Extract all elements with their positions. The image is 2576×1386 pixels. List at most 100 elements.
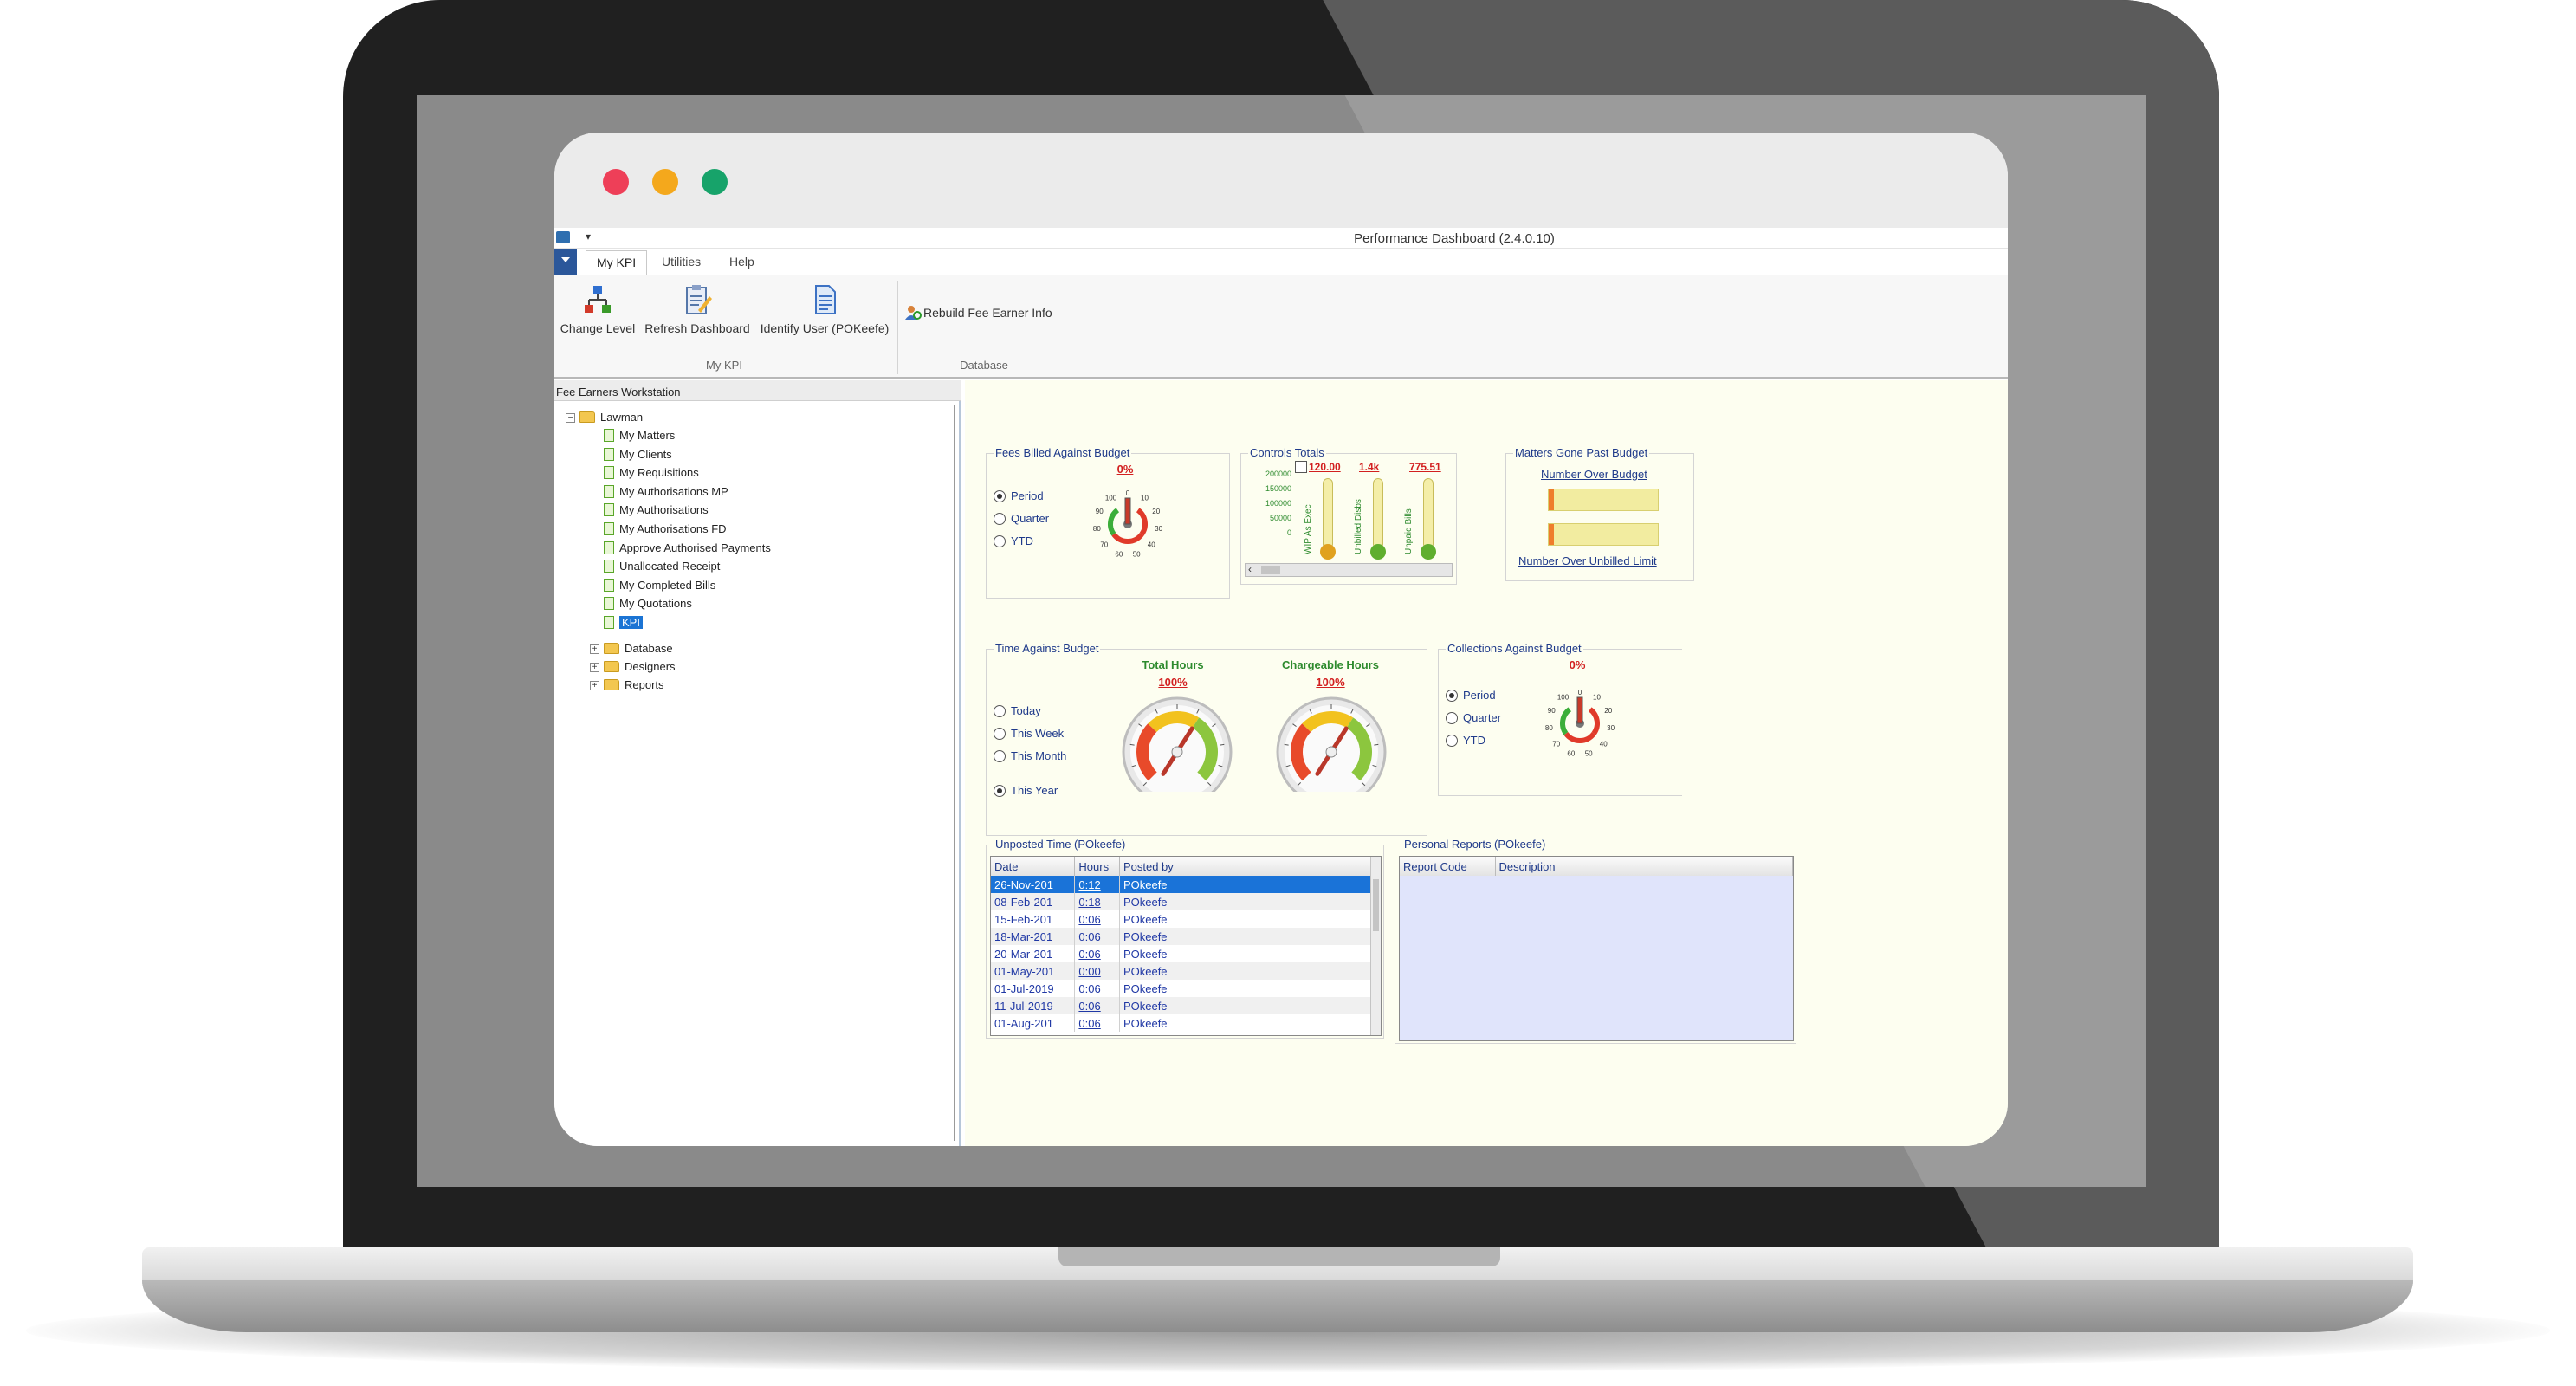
tree-item-kpi[interactable]: KPI: [604, 614, 643, 631]
number-over-unbilled-limit-link[interactable]: Number Over Unbilled Limit: [1518, 554, 1657, 567]
gauge-needle: [1576, 696, 1583, 724]
table-row[interactable]: 11-Jul-2019 0:06 POkeefe: [991, 997, 1381, 1014]
time-option-this-week[interactable]: This Week: [994, 726, 1064, 742]
scroll-thumb[interactable]: [1373, 879, 1379, 931]
table-row[interactable]: 26-Nov-201 0:12 POkeefe: [991, 876, 1381, 893]
expand-icon[interactable]: +: [590, 681, 599, 690]
gauge-tick-label: 30: [1607, 724, 1615, 732]
tab-help[interactable]: Help: [719, 250, 765, 275]
y-tick-label: 0: [1286, 528, 1291, 537]
hours-cell[interactable]: 0:06: [1074, 1014, 1120, 1032]
tree-item-my-requisitions[interactable]: My Requisitions: [604, 464, 699, 482]
hours-cell[interactable]: 0:06: [1074, 997, 1120, 1014]
tree-node-label: Designers: [625, 660, 676, 673]
file-menu-icon: [561, 257, 570, 262]
window-titlebar: [554, 133, 2008, 228]
tree-item-my-completed-bills[interactable]: My Completed Bills: [604, 577, 715, 594]
collections-option-ytd[interactable]: YTD: [1446, 733, 1485, 748]
thermometer-bulb: [1370, 544, 1386, 560]
tree-item-my-quotations[interactable]: My Quotations: [604, 595, 692, 612]
radio-icon: [994, 513, 1006, 525]
table-row[interactable]: 20-Mar-201 0:06 POkeefe: [991, 945, 1381, 962]
column-header-description[interactable]: Description: [1495, 857, 1793, 876]
table-row[interactable]: 15-Feb-201 0:06 POkeefe: [991, 910, 1381, 928]
tree-item-unallocated-receipt[interactable]: Unallocated Receipt: [604, 558, 720, 575]
tree-node-database[interactable]: Database: [604, 640, 673, 657]
minimize-window-button[interactable]: [652, 169, 678, 195]
folder-icon: [579, 411, 595, 423]
controls-checkbox[interactable]: [1295, 461, 1307, 473]
collections-option-quarter[interactable]: Quarter: [1446, 710, 1501, 726]
tree-item-approve-authorised-payments[interactable]: Approve Authorised Payments: [604, 540, 771, 557]
thermometer-bar: [1373, 478, 1383, 549]
tree-item-my-authorisations-mp[interactable]: My Authorisations MP: [604, 483, 728, 501]
identify-user-button[interactable]: Identify User (POKeefe): [755, 284, 894, 335]
posted-by-cell: POkeefe: [1119, 1014, 1381, 1032]
refresh-dashboard-label: Refresh Dashboard: [644, 321, 750, 335]
tab-my-kpi[interactable]: My KPI: [586, 250, 648, 275]
tree-item-my-matters[interactable]: My Matters: [604, 427, 675, 444]
tree-node-lawman[interactable]: Lawman: [579, 409, 643, 426]
maximize-window-button[interactable]: [702, 169, 728, 195]
tree-item-label: My Clients: [619, 447, 672, 461]
tree-item-my-clients[interactable]: My Clients: [604, 446, 672, 463]
close-window-button[interactable]: [603, 169, 629, 195]
file-menu-button[interactable]: [554, 249, 577, 275]
hours-cell[interactable]: 0:06: [1074, 945, 1120, 962]
time-option-today[interactable]: Today: [994, 703, 1041, 719]
column-header-report-code[interactable]: Report Code: [1400, 857, 1496, 876]
change-level-button[interactable]: Change Level: [556, 284, 639, 335]
tree-node-designers[interactable]: Designers: [604, 658, 676, 676]
y-tick-label: 50000: [1269, 514, 1291, 522]
vertical-scrollbar[interactable]: [1370, 857, 1381, 1035]
collapse-icon[interactable]: −: [566, 413, 575, 423]
time-option-this-year[interactable]: This Year: [994, 783, 1058, 799]
expand-icon[interactable]: +: [590, 644, 599, 654]
table-row[interactable]: 08-Feb-201 0:18 POkeefe: [991, 893, 1381, 910]
gauge-band: [1111, 532, 1144, 544]
fees-option-period[interactable]: Period: [994, 489, 1044, 504]
gauge-tick-label: 90: [1096, 508, 1104, 515]
gauge-tick-label: 50: [1133, 551, 1141, 559]
column-header-posted-by[interactable]: Posted by: [1119, 857, 1381, 876]
hours-cell[interactable]: 0:06: [1074, 980, 1120, 997]
hours-cell[interactable]: 0:06: [1074, 928, 1120, 945]
table-row[interactable]: 01-Aug-201 0:06 POkeefe: [991, 1014, 1381, 1032]
table-row[interactable]: 18-Mar-201 0:06 POkeefe: [991, 928, 1381, 945]
tab-utilities[interactable]: Utilities: [651, 250, 711, 275]
posted-by-cell: POkeefe: [1119, 997, 1381, 1014]
chargeable-hours-label: Chargeable Hours: [1282, 658, 1379, 671]
column-header-hours[interactable]: Hours: [1074, 857, 1120, 876]
tree-node-reports[interactable]: Reports: [604, 677, 664, 694]
number-over-budget-link[interactable]: Number Over Budget: [1541, 468, 1647, 481]
quick-access-toolbar: ▾ Performance Dashboard (2.4.0.10): [554, 228, 2008, 249]
date-cell: 08-Feb-201: [991, 893, 1076, 910]
scroll-thumb[interactable]: [1261, 566, 1280, 574]
refresh-dashboard-button[interactable]: Refresh Dashboard: [641, 284, 754, 335]
column-header-date[interactable]: Date: [991, 857, 1076, 876]
table-row[interactable]: 01-May-201 0:00 POkeefe: [991, 962, 1381, 980]
hours-cell[interactable]: 0:12: [1074, 876, 1120, 893]
hours-cell[interactable]: 0:00: [1074, 962, 1120, 980]
time-option-this-month[interactable]: This Month: [994, 748, 1066, 764]
hours-cell[interactable]: 0:06: [1074, 910, 1120, 928]
rebuild-fee-earner-button[interactable]: Rebuild Fee Earner Info: [904, 305, 1065, 321]
horizontal-scrollbar[interactable]: ‹: [1245, 563, 1453, 577]
dashboard-area: Fees Billed Against Budget 0% Period Qua…: [965, 380, 2008, 1146]
fees-option-quarter[interactable]: Quarter: [994, 511, 1049, 527]
table-row[interactable]: 01-Jul-2019 0:06 POkeefe: [991, 980, 1381, 997]
scroll-left-icon[interactable]: ‹: [1248, 563, 1252, 575]
date-cell: 01-May-201: [991, 962, 1076, 980]
tree-item-my-authorisations[interactable]: My Authorisations: [604, 502, 709, 519]
report-page-icon: [604, 447, 614, 461]
gauge-needle: [1124, 497, 1131, 525]
chargeable-hours-percent: 100%: [1316, 676, 1345, 689]
total-hours-gauge: [1118, 696, 1236, 799]
unposted-time-grid[interactable]: Date Hours Posted by 26-Nov-201 0:12 POkee…: [990, 856, 1382, 1036]
collections-option-period[interactable]: Period: [1446, 688, 1496, 703]
expand-icon[interactable]: +: [590, 663, 599, 672]
personal-reports-grid[interactable]: Report Code Description: [1399, 856, 1794, 1041]
tree-item-my-authorisations-fd[interactable]: My Authorisations FD: [604, 521, 727, 538]
fees-option-ytd[interactable]: YTD: [994, 534, 1033, 549]
hours-cell[interactable]: 0:18: [1074, 893, 1120, 910]
